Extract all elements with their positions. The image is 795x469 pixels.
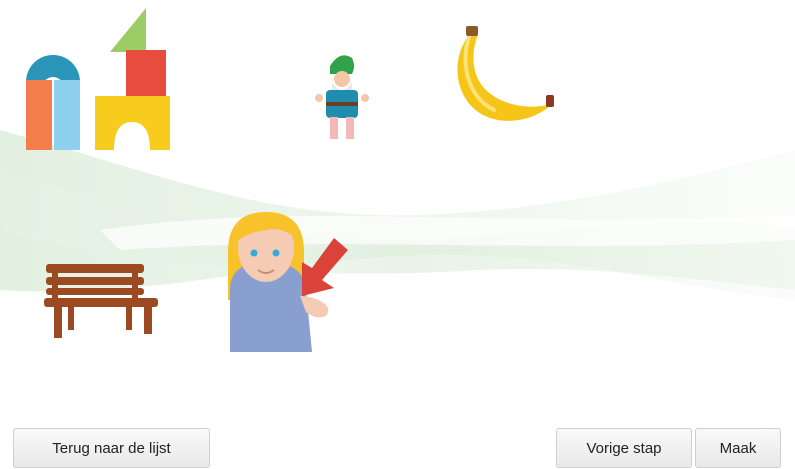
blocks-icon[interactable] [26, 8, 170, 150]
previous-step-button[interactable]: Vorige stap [556, 428, 692, 468]
make-button[interactable]: Maak [695, 428, 781, 468]
scene-art [0, 8, 795, 352]
back-to-list-button[interactable]: Terug naar de lijst [13, 428, 210, 468]
scene-canvas [0, 0, 795, 400]
banana-icon[interactable] [457, 26, 554, 121]
